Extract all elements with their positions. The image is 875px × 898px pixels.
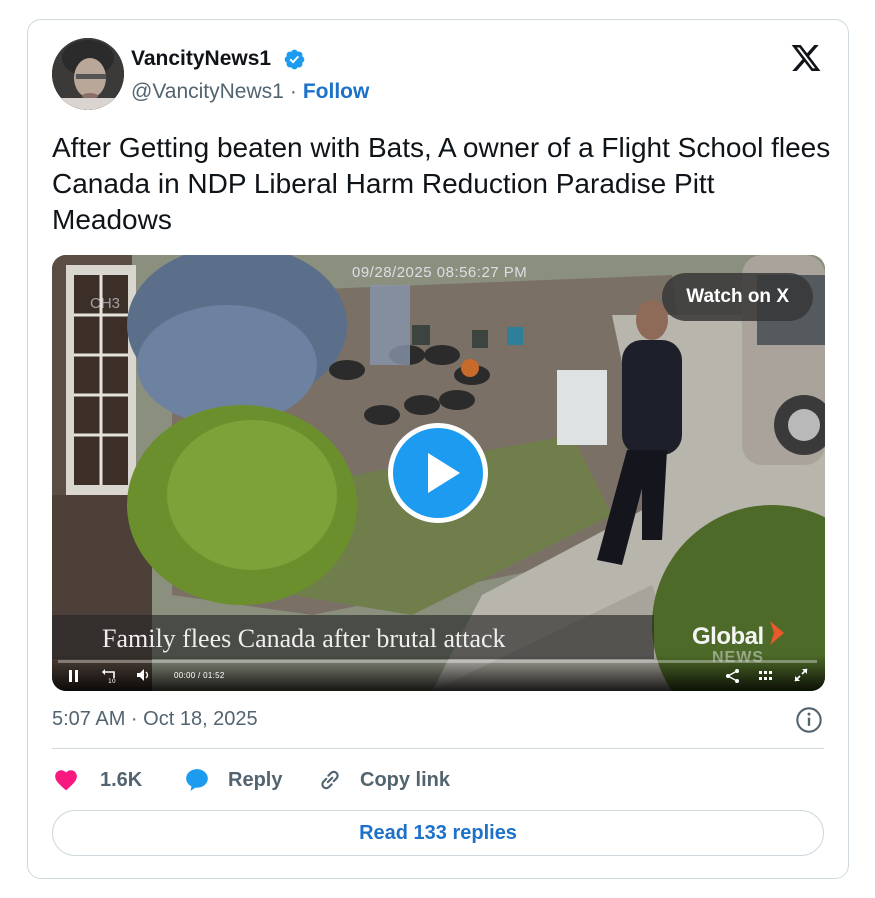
post-timestamp[interactable]: 5:07 AM · Oct 18, 2025 <box>52 708 258 731</box>
display-name[interactable]: VancityNews1 <box>131 47 271 71</box>
fullscreen-icon[interactable] <box>794 668 808 682</box>
x-logo-icon[interactable] <box>789 42 823 74</box>
divider <box>52 748 824 749</box>
tweet-card: VancityNews1 @VancityNews1 · Follow After … <box>27 19 849 879</box>
svg-text:10: 10 <box>108 678 116 684</box>
brand-logo: Global <box>692 623 764 650</box>
separator: · <box>289 80 297 103</box>
handle[interactable]: @VancityNews1 <box>131 80 284 103</box>
link-icon <box>321 770 339 790</box>
brand-chevron-icon <box>770 621 784 645</box>
reply-label: Reply <box>228 769 283 791</box>
video-player[interactable]: 09/28/2025 08:56:27 PM CH3 Watch on X Fa… <box>52 255 825 691</box>
tweet-text: After Getting beaten with Bats, A owner … <box>52 132 831 235</box>
share-icon[interactable] <box>725 668 741 684</box>
avatar[interactable] <box>52 38 124 110</box>
camera-timestamp: 09/28/2025 08:56:27 PM <box>352 264 528 281</box>
pause-icon[interactable] <box>68 669 80 683</box>
like-count: 1.6K <box>100 769 143 791</box>
heart-icon <box>55 770 77 791</box>
replay-10-icon[interactable]: 10 <box>102 668 118 684</box>
read-replies-button[interactable]: Read 133 replies <box>52 810 824 856</box>
follow-button[interactable]: Follow <box>303 80 370 103</box>
reply-button[interactable]: Reply <box>183 766 293 796</box>
info-icon[interactable] <box>795 706 823 734</box>
progress-bar[interactable] <box>58 660 817 663</box>
video-controls: 10 00:00 / 01:52 <box>52 655 825 691</box>
play-icon <box>428 453 460 493</box>
video-caption: Family flees Canada after brutal attack <box>102 624 506 653</box>
reply-bubble-icon <box>186 769 208 791</box>
copy-link-label: Copy link <box>360 769 451 791</box>
play-button[interactable] <box>388 423 488 523</box>
volume-icon[interactable] <box>136 668 152 682</box>
verified-badge-icon <box>284 49 305 70</box>
watch-on-x-button[interactable]: Watch on X <box>662 273 813 321</box>
handle-row: @VancityNews1 · Follow <box>131 80 369 104</box>
camera-label: CH3 <box>90 295 121 312</box>
like-button[interactable]: 1.6K <box>52 766 152 796</box>
time-display: 00:00 / 01:52 <box>174 671 225 680</box>
grid-icon[interactable] <box>758 668 774 684</box>
copy-link-button[interactable]: Copy link <box>316 766 466 796</box>
